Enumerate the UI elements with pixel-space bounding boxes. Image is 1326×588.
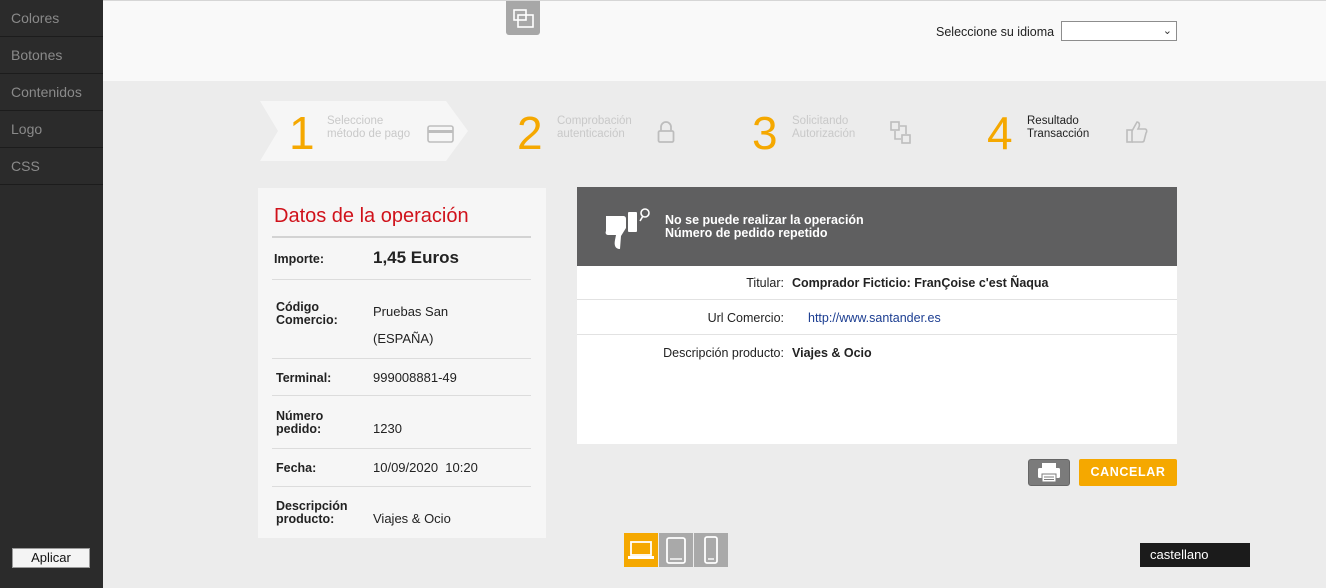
step-label: Solicitando Autorización — [792, 115, 856, 140]
order-row: Número pedido: 1230 — [272, 396, 531, 449]
resize-icon — [513, 9, 534, 28]
terminal-row: Terminal: 999008881-49 — [272, 359, 531, 396]
merchant-row: Código Comercio: Pruebas San (ESPAÑA) — [272, 280, 531, 359]
progress-steps: 1 Seleccione método de pago 2 Comprobació… — [260, 101, 1177, 161]
thumbs-down-icon — [605, 208, 650, 249]
result-panel: No se puede realizar la operación Número … — [577, 187, 1177, 444]
merchant-label: Código Comercio: — [276, 300, 338, 327]
url-label: Url Comercio: — [707, 311, 784, 325]
error-banner: No se puede realizar la operación Número … — [577, 187, 1177, 266]
sidebar-item-css[interactable]: CSS — [0, 148, 103, 185]
print-button[interactable] — [1028, 459, 1070, 486]
resize-window-button[interactable] — [506, 1, 540, 35]
operation-title: Datos de la operación — [274, 205, 469, 227]
laptop-icon — [628, 541, 654, 559]
sidebar-item-botones[interactable]: Botones — [0, 37, 103, 74]
chevron-down-icon: ⌄ — [1162, 25, 1172, 37]
holder-label: Titular: — [746, 276, 784, 290]
mobile-icon — [704, 536, 718, 564]
product-label: Descripción producto: — [663, 346, 784, 360]
holder-value: Comprador Ficticio: FranÇoise c'est Ñaqu… — [792, 276, 1049, 290]
amount-value: 1,45 Euros — [373, 248, 459, 267]
step-4: 4 Resultado Transacción — [960, 101, 1177, 161]
description-value: Viajes & Ocio — [373, 511, 451, 526]
printer-icon — [1038, 463, 1060, 483]
amount-row: Importe: 1,45 Euros — [272, 238, 531, 280]
sidebar-item-contenidos[interactable]: Contenidos — [0, 74, 103, 111]
language-label: Seleccione su idioma — [936, 25, 1055, 39]
thumbs-up-icon — [1126, 121, 1148, 143]
cancel-button[interactable]: CANCELAR — [1079, 459, 1177, 486]
error-message: No se puede realizar la operación Número … — [665, 213, 864, 240]
language-select[interactable]: ⌄ — [1061, 21, 1177, 41]
merchant-value: Pruebas San (ESPAÑA) — [373, 304, 449, 346]
step-label: Resultado Transacción — [1027, 115, 1090, 140]
device-mobile-button[interactable] — [694, 533, 728, 567]
step-number: 3 — [752, 107, 778, 159]
operation-panel: Datos de la operación Importe: 1,45 Euro… — [258, 188, 546, 538]
step-label: Seleccione método de pago — [327, 115, 411, 140]
step-2: 2 Comprobación autenticación — [490, 101, 700, 161]
step-label: Comprobación autenticación — [557, 115, 632, 140]
language-tag[interactable]: castellano — [1140, 543, 1250, 567]
order-value: 1230 — [373, 421, 402, 436]
apply-button[interactable]: Aplicar — [12, 548, 90, 568]
sidebar: Colores Botones Contenidos Logo CSS Apli… — [0, 0, 103, 588]
device-tablet-button[interactable] — [659, 533, 693, 567]
terminal-label: Terminal: — [276, 371, 332, 385]
lock-icon — [657, 121, 675, 143]
step-number: 1 — [289, 107, 315, 159]
holder-row: Titular: Comprador Ficticio: FranÇoise c… — [577, 266, 1177, 300]
credit-card-icon — [427, 125, 454, 143]
description-row: Descripción producto: Viajes & Ocio — [272, 487, 531, 538]
header: Seleccione su idioma ⌄ — [103, 0, 1326, 81]
sidebar-item-colores[interactable]: Colores — [0, 0, 103, 37]
date-value: 10/09/2020 10:20 — [373, 460, 478, 475]
step-1: 1 Seleccione método de pago — [260, 101, 470, 161]
amount-label: Importe: — [274, 252, 324, 266]
date-row: Fecha: 10/09/2020 10:20 — [272, 449, 531, 487]
merchant-url-link[interactable]: http://www.santander.es — [808, 311, 941, 325]
step-number: 2 — [517, 107, 543, 159]
terminal-value: 999008881-49 — [373, 370, 457, 385]
description-label: Descripción producto: — [276, 499, 348, 526]
product-row: Descripción producto: Viajes & Ocio — [577, 336, 1177, 370]
order-label: Número pedido: — [276, 409, 324, 436]
step-number: 4 — [987, 107, 1013, 159]
product-value: Viajes & Ocio — [792, 346, 872, 360]
tablet-icon — [666, 537, 686, 564]
step-3: 3 Solicitando Autorización — [725, 101, 935, 161]
device-desktop-button[interactable] — [624, 533, 658, 567]
transfer-icon — [890, 121, 911, 144]
date-label: Fecha: — [276, 461, 317, 475]
url-row: Url Comercio: http://www.santander.es — [577, 301, 1177, 335]
sidebar-item-logo[interactable]: Logo — [0, 111, 103, 148]
